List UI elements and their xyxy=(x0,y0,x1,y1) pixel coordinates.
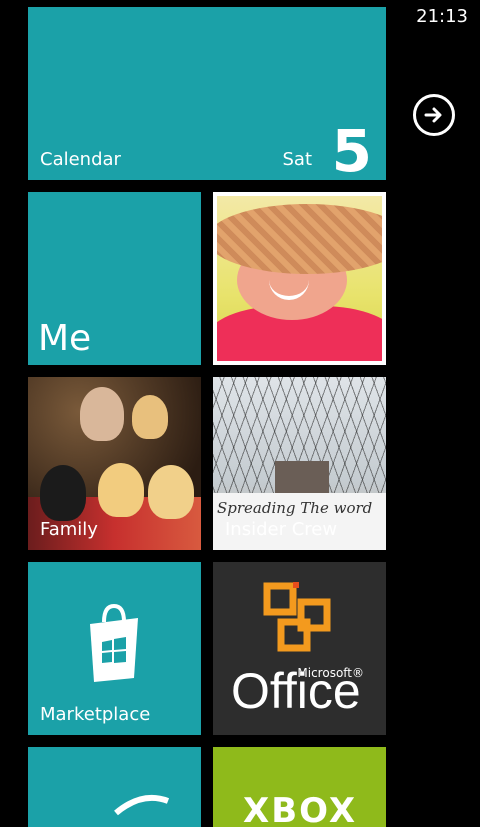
insider-crew-tile[interactable]: Spreading The word Insider Crew xyxy=(213,377,386,550)
photo-tile[interactable] xyxy=(213,192,386,365)
office-tile[interactable]: Microsoft® Office xyxy=(213,562,386,735)
calendar-day: Sat xyxy=(282,149,312,170)
shopping-bag-icon xyxy=(90,603,138,682)
messaging-icon xyxy=(114,795,170,816)
xbox-tile[interactable]: XBOX xyxy=(213,747,386,827)
calendar-tile[interactable]: Calendar Sat 5 xyxy=(28,7,386,180)
marketplace-tile[interactable]: Marketplace xyxy=(28,562,201,735)
office-logo-icon xyxy=(263,582,331,652)
arrow-right-icon xyxy=(424,107,442,123)
hat-photo xyxy=(217,196,382,361)
calendar-label: Calendar xyxy=(40,149,121,170)
messaging-tile[interactable] xyxy=(28,747,201,827)
family-tile[interactable]: Family xyxy=(28,377,201,550)
me-tile[interactable]: Me xyxy=(28,192,201,365)
office-wordmark: Office xyxy=(231,663,361,719)
marketplace-label: Marketplace xyxy=(40,704,151,725)
handwritten-note: Spreading The word xyxy=(217,499,373,517)
insider-crew-label: Insider Crew xyxy=(225,519,338,540)
calendar-date: 5 xyxy=(331,117,372,180)
status-time: 21:13 xyxy=(416,6,468,27)
family-label: Family xyxy=(40,519,98,540)
me-label: Me xyxy=(38,318,92,359)
xbox-label: XBOX xyxy=(243,791,358,827)
app-list-arrow-button[interactable] xyxy=(413,94,455,136)
